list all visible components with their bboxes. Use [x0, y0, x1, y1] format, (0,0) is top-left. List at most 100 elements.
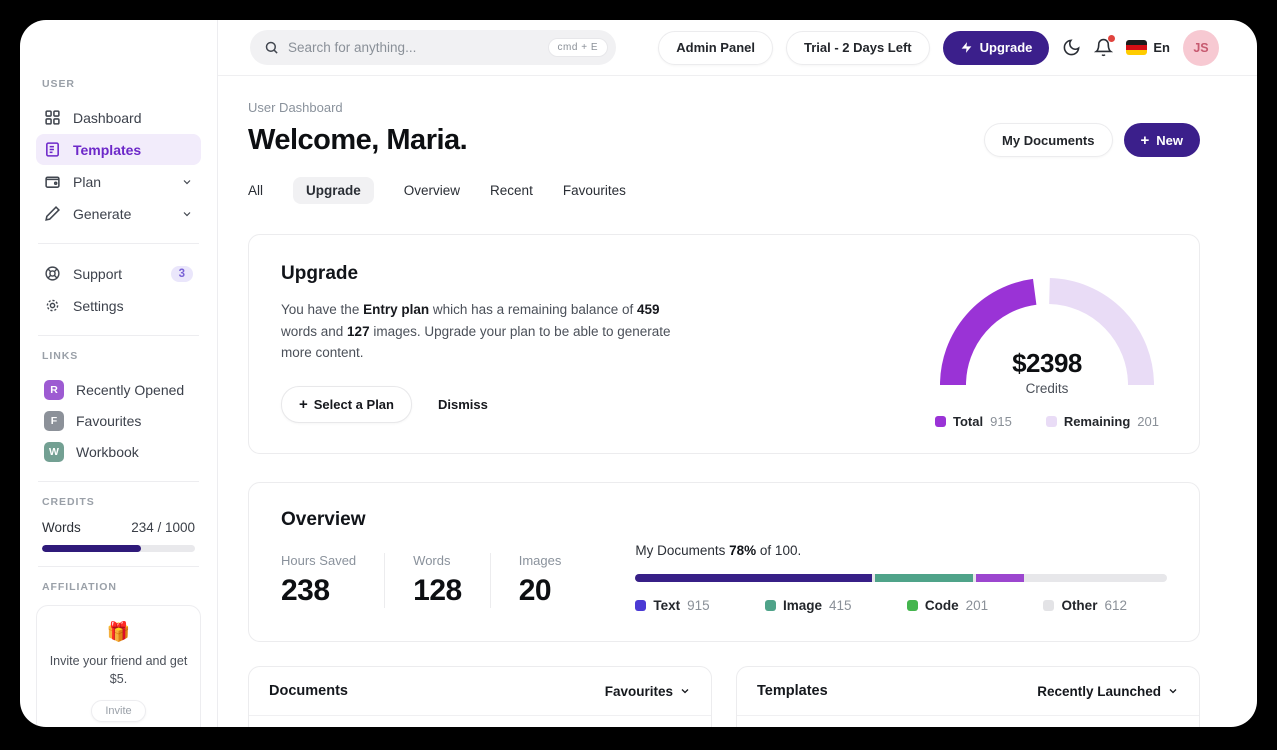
- grid-icon: [44, 109, 61, 126]
- language-label: En: [1153, 40, 1170, 55]
- bolt-icon: [960, 41, 973, 54]
- trial-status-badge[interactable]: Trial - 2 Days Left: [785, 30, 930, 65]
- sidebar-item-label: Settings: [73, 297, 124, 314]
- invite-button[interactable]: Invite: [91, 700, 146, 723]
- sidebar-item-dashboard[interactable]: Dashboard: [36, 102, 201, 133]
- stacked-progress-bar: [635, 574, 1167, 582]
- sidebar-item-label: Support: [73, 265, 123, 282]
- sidebar-item-templates[interactable]: Templates: [36, 134, 201, 165]
- overview-card: Overview Hours Saved 238 Words 128 Image…: [248, 482, 1200, 642]
- templates-filter-dropdown[interactable]: Recently Launched: [1037, 684, 1179, 699]
- sidebar-link-favourites[interactable]: F Favourites: [36, 405, 201, 436]
- credits-words-row: Words 234 / 1000: [42, 520, 195, 535]
- wallet-icon: [44, 173, 61, 190]
- sidebar-item-plan[interactable]: Plan: [36, 166, 201, 197]
- app-window: USER Dashboard Templates Plan Generate S…: [20, 20, 1257, 727]
- legend-swatch: [935, 416, 947, 427]
- dark-mode-toggle[interactable]: [1062, 38, 1081, 57]
- upgrade-button[interactable]: Upgrade: [942, 30, 1050, 65]
- search-bar[interactable]: cmd + E: [250, 30, 616, 65]
- bar-segment-text: [635, 574, 872, 582]
- admin-panel-button[interactable]: Admin Panel: [658, 30, 773, 65]
- stat-words: Words 128: [384, 553, 490, 608]
- documents-card-title: Documents: [269, 683, 348, 699]
- legend-item-remaining: Remaining 201: [1045, 414, 1159, 429]
- user-avatar[interactable]: JS: [1183, 29, 1219, 66]
- document-icon: [44, 141, 61, 158]
- chevron-down-icon: [1167, 685, 1179, 697]
- plus-icon: +: [299, 395, 308, 413]
- link-initial-badge: F: [44, 410, 64, 431]
- chevron-down-icon: [181, 208, 193, 220]
- tab-upgrade[interactable]: Upgrade: [293, 177, 374, 204]
- sidebar-divider: [38, 481, 199, 482]
- stacked-bar-legend: Text 915 Image 415 Code 201 Other 612: [635, 598, 1167, 613]
- page-title: Welcome, Maria.: [248, 123, 468, 156]
- new-button[interactable]: + New: [1123, 123, 1200, 157]
- topbar: cmd + E Admin Panel Trial - 2 Days Left …: [218, 20, 1257, 76]
- legend-swatch: [635, 600, 647, 611]
- gauge-subtitle: Credits: [1025, 381, 1069, 396]
- tab-favourites[interactable]: Favourites: [563, 177, 626, 204]
- topbar-actions: Admin Panel Trial - 2 Days Left Upgrade: [658, 29, 1219, 66]
- gift-icon: 🎁: [106, 622, 131, 643]
- sidebar: USER Dashboard Templates Plan Generate S…: [20, 20, 218, 727]
- sidebar-item-label: Templates: [73, 141, 142, 158]
- filter-tabs: All Upgrade Overview Recent Favourites: [248, 177, 1200, 204]
- my-documents-button[interactable]: My Documents: [984, 123, 1113, 157]
- search-icon: [264, 40, 279, 55]
- overview-stats: Hours Saved 238 Words 128 Images 20: [281, 553, 589, 608]
- sidebar-item-generate[interactable]: Generate: [36, 198, 201, 229]
- sidebar-item-settings[interactable]: Settings: [36, 290, 201, 321]
- tab-recent[interactable]: Recent: [490, 177, 533, 204]
- legend-swatch: [906, 600, 918, 611]
- sidebar-item-support[interactable]: Support 3: [36, 258, 201, 289]
- upgrade-card-title: Upgrade: [281, 263, 359, 284]
- sidebar-link-workbook[interactable]: W Workbook: [36, 436, 201, 467]
- credits-label: Words: [42, 520, 81, 535]
- legend-item-image: Image 415: [764, 598, 852, 613]
- sidebar-divider: [38, 335, 199, 336]
- german-flag-icon: [1126, 40, 1148, 55]
- search-shortcut-badge: cmd + E: [547, 38, 608, 57]
- affiliation-card: 🎁 Invite your friend and get $5. Invite: [36, 605, 201, 727]
- words-progress-bar: [42, 545, 195, 552]
- bar-segment-image: [874, 574, 974, 582]
- search-input[interactable]: [288, 40, 539, 55]
- stat-images: Images 20: [489, 553, 590, 608]
- tab-all[interactable]: All: [248, 177, 263, 204]
- bar-segment-code: [976, 574, 1025, 582]
- template-row[interactable]: Blog Post Title in Workbook: [737, 716, 1199, 727]
- sidebar-link-recently-opened[interactable]: R Recently Opened: [36, 374, 201, 405]
- page-content: User Dashboard Welcome, Maria. My Docume…: [218, 76, 1257, 727]
- document-row[interactable]: Untitled Document in Workbook: [249, 716, 711, 727]
- affiliation-text: Invite your friend and get $5.: [49, 654, 188, 687]
- sidebar-section-links: LINKS: [42, 350, 79, 362]
- gauge-legend: Total 915 Remaining 201: [935, 414, 1159, 429]
- credits-gauge: $2398 Credits Total 915 Remaining 201: [927, 263, 1167, 429]
- documents-progress-block: My Documents 78% of 100. Text 915 Image …: [635, 543, 1167, 613]
- words-progress-fill: [42, 545, 142, 552]
- dismiss-button[interactable]: Dismiss: [438, 397, 488, 412]
- chevron-down-icon: [679, 685, 691, 697]
- legend-swatch: [1043, 600, 1055, 611]
- select-plan-label: Select a Plan: [313, 396, 394, 412]
- legend-item-text: Text 915: [635, 598, 710, 613]
- select-plan-button[interactable]: + Select a Plan: [281, 385, 412, 423]
- tab-overview[interactable]: Overview: [404, 177, 460, 204]
- support-badge: 3: [170, 265, 193, 282]
- pencil-icon: [44, 205, 61, 222]
- legend-swatch: [1045, 416, 1057, 427]
- new-button-label: New: [1156, 132, 1183, 148]
- documents-filter-dropdown[interactable]: Favourites: [605, 684, 691, 699]
- link-label: Recently Opened: [76, 381, 185, 398]
- link-label: Workbook: [76, 443, 139, 460]
- moon-icon: [1062, 38, 1081, 57]
- stat-hours-saved: Hours Saved 238: [281, 553, 357, 607]
- legend-item-total: Total 915: [935, 414, 1012, 429]
- language-selector[interactable]: En: [1126, 40, 1170, 55]
- sidebar-item-label: Generate: [73, 205, 132, 222]
- sidebar-item-label: Plan: [73, 173, 102, 190]
- notifications-button[interactable]: [1094, 35, 1116, 57]
- upgrade-card-text: You have the Entry plan which has a rema…: [281, 302, 671, 361]
